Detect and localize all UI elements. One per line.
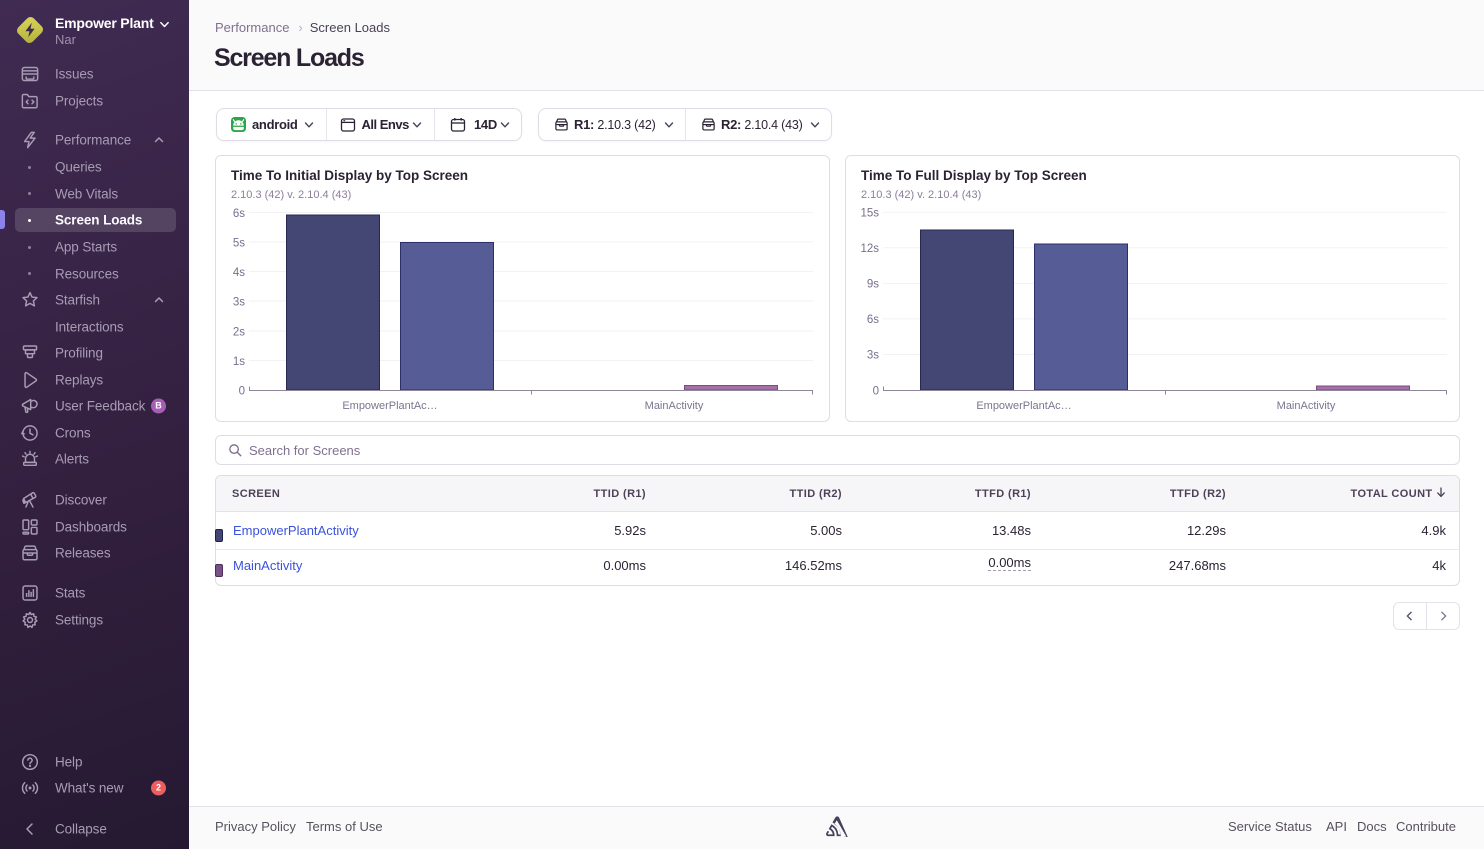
svg-text:3s: 3s	[233, 297, 245, 309]
svg-text:2s: 2s	[233, 327, 245, 339]
svg-text:MainActivity: MainActivity	[645, 400, 704, 412]
svg-text:15s: 15s	[860, 208, 879, 220]
svg-text:6s: 6s	[867, 314, 879, 326]
svg-text:12s: 12s	[860, 243, 879, 255]
svg-text:9s: 9s	[867, 279, 879, 291]
svg-text:5s: 5s	[233, 238, 245, 250]
svg-text:EmpowerPlantAc…: EmpowerPlantAc…	[976, 400, 1071, 412]
svg-text:MainActivity: MainActivity	[1277, 400, 1336, 412]
svg-text:4s: 4s	[233, 267, 245, 279]
svg-text:6s: 6s	[233, 208, 245, 220]
svg-text:3s: 3s	[867, 350, 879, 362]
svg-text:0: 0	[239, 386, 245, 398]
svg-text:1s: 1s	[233, 356, 245, 368]
svg-text:EmpowerPlantAc…: EmpowerPlantAc…	[342, 400, 437, 412]
svg-text:0: 0	[873, 386, 879, 398]
